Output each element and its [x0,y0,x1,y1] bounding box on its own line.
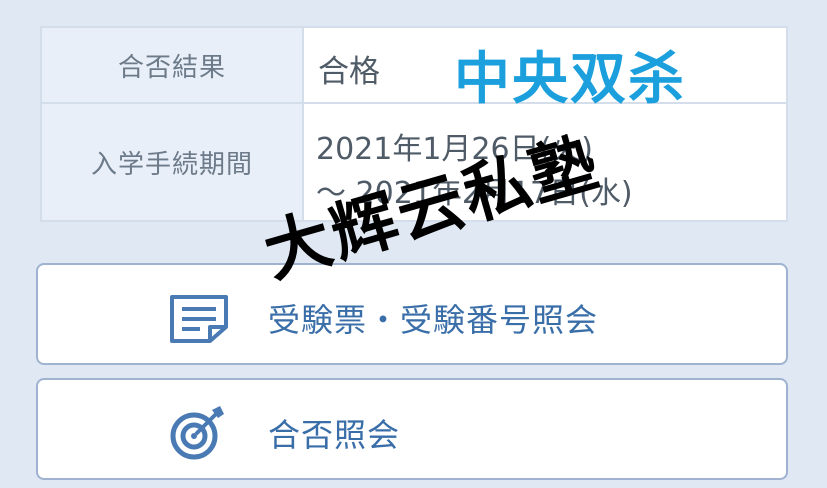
result-table: 合否結果 合格 中央双杀 入学手続期間 2021年1月26日(火) 〜 2021… [40,26,788,222]
exam-ticket-inquiry-label: 受験票・受験番号照会 [268,301,599,339]
enrollment-period-label: 入学手続期間 [42,104,304,220]
exam-ticket-inquiry-button[interactable]: 受験票・受験番号照会 [36,263,788,365]
period-end: 〜 2021年2月17日(水) [316,176,633,211]
result-value: 合格 [318,54,380,90]
result-row: 合否結果 合格 中央双杀 [42,28,786,112]
result-inquiry-label: 合否照会 [268,416,401,454]
enrollment-period-value: 2021年1月26日(火) 〜 2021年2月17日(水) [304,104,786,220]
enrollment-period-row: 入学手続期間 2021年1月26日(火) 〜 2021年2月17日(水) [42,104,786,220]
result-value-cell: 合格 中央双杀 [304,28,786,112]
period-start: 2021年1月26日(火) [316,132,594,167]
target-icon [170,406,224,460]
result-inquiry-button[interactable]: 合否照会 [36,378,788,480]
result-label: 合否結果 [42,28,304,102]
document-icon [170,295,228,343]
overlay-text: 中央双杀 [454,47,686,112]
